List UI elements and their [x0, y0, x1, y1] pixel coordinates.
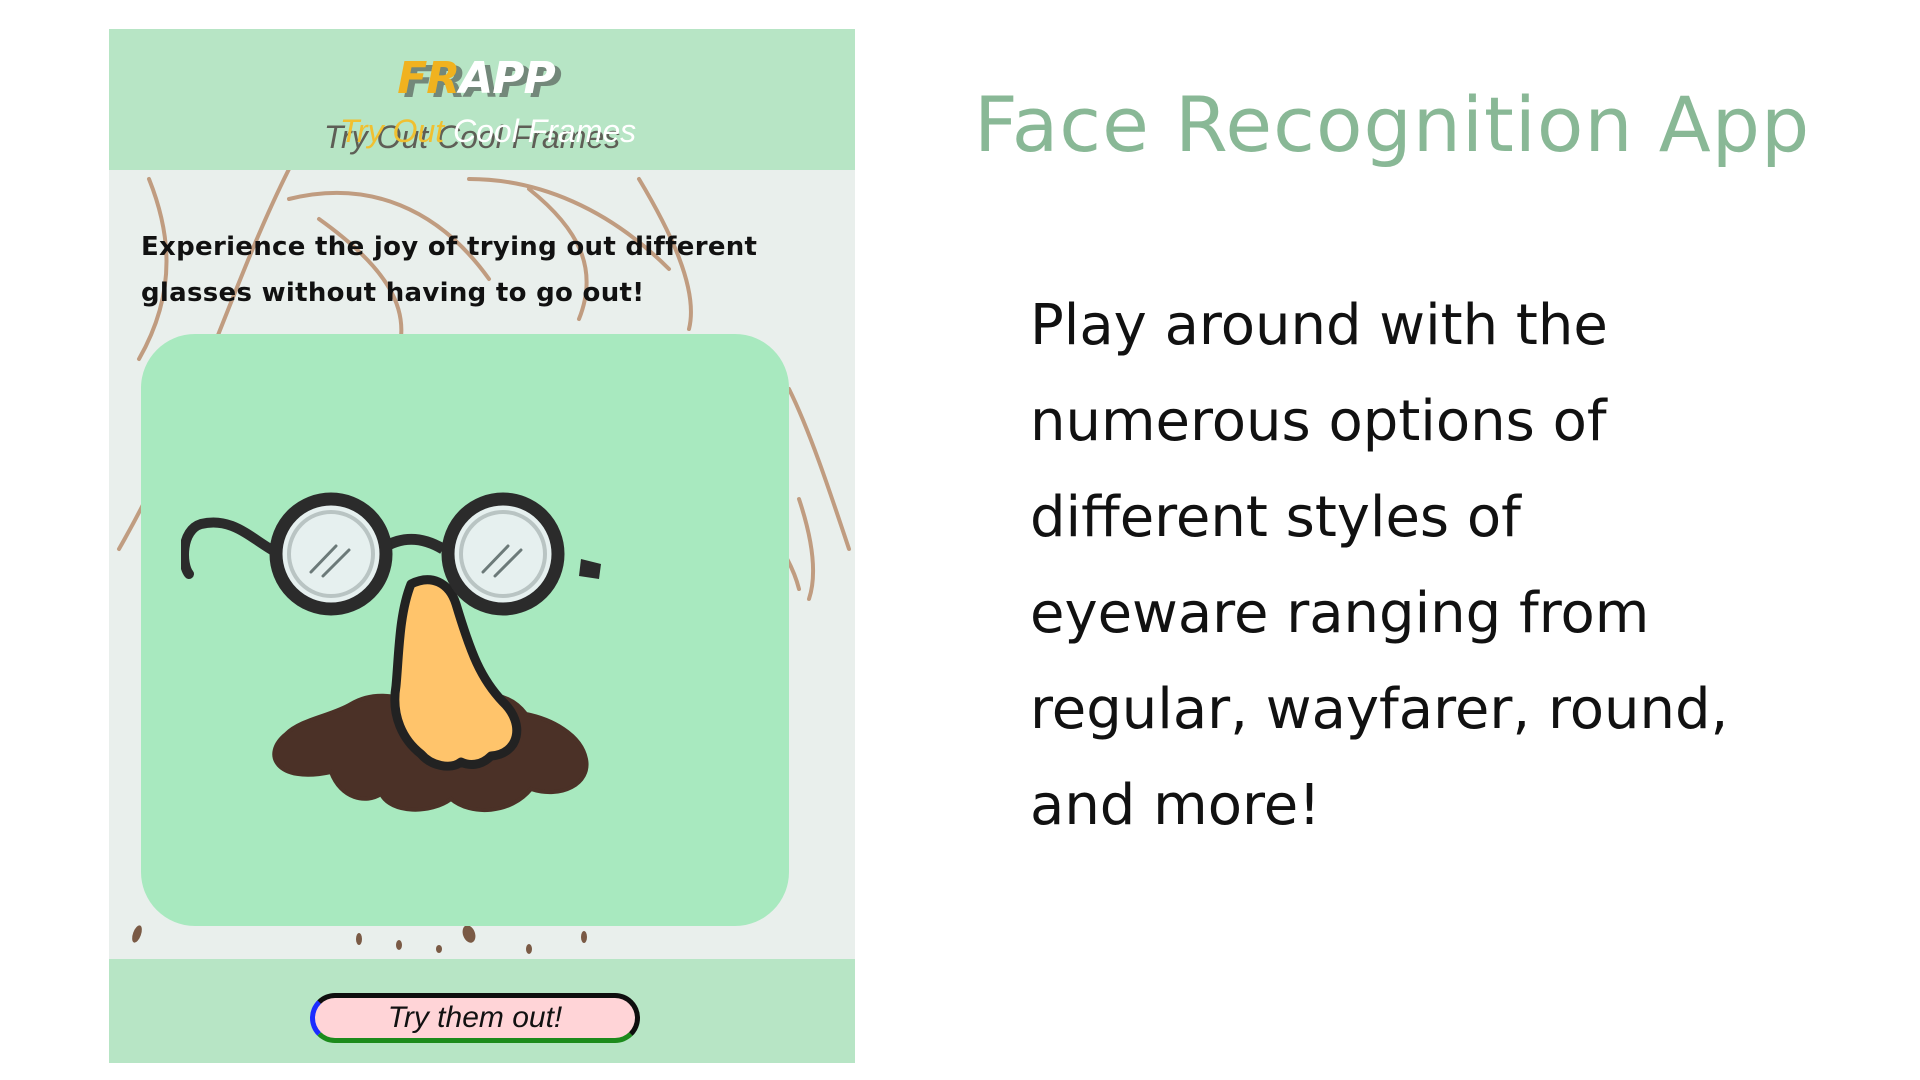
app-footer: Try them out! — [109, 959, 855, 1063]
description-line: Play around with the — [1030, 293, 1608, 358]
app-tagline: Try Out Cool Frames Try Out Cool Frames — [109, 113, 855, 157]
description-line: regular, wayfarer, round, — [1030, 677, 1729, 742]
tagline-part-2: Cool Frames — [444, 113, 637, 149]
app-mockup: FRAPP FRAPP Try Out Cool Frames Try Out … — [109, 29, 855, 1063]
tagline-text: Try Out Cool Frames — [115, 113, 855, 150]
description-line: and more! — [1030, 773, 1321, 838]
logo-text: FRAPP — [109, 53, 849, 104]
logo-fr: FR — [397, 53, 460, 104]
intro-line-1: Experience the joy of trying out differe… — [141, 232, 758, 262]
try-them-out-button[interactable]: Try them out! — [310, 993, 640, 1043]
tagline-part-1: Try Out — [339, 113, 445, 149]
app-logo: FRAPP FRAPP — [109, 53, 855, 108]
feature-description: Play around with the numerous options of… — [1030, 278, 1790, 854]
description-line: numerous options of — [1030, 389, 1607, 454]
logo-app: APP — [459, 53, 556, 104]
glasses-nose-mustache-disguise-icon — [181, 492, 601, 813]
app-intro-text: Experience the joy of trying out differe… — [141, 224, 821, 316]
page-title: Face Recognition App — [974, 80, 1811, 169]
app-header: FRAPP FRAPP Try Out Cool Frames Try Out … — [109, 29, 855, 170]
intro-line-2: glasses without having to go out! — [141, 278, 645, 308]
description-line: different styles of — [1030, 485, 1521, 550]
description-line: eyeware ranging from — [1030, 581, 1650, 646]
hero-card — [141, 334, 789, 926]
